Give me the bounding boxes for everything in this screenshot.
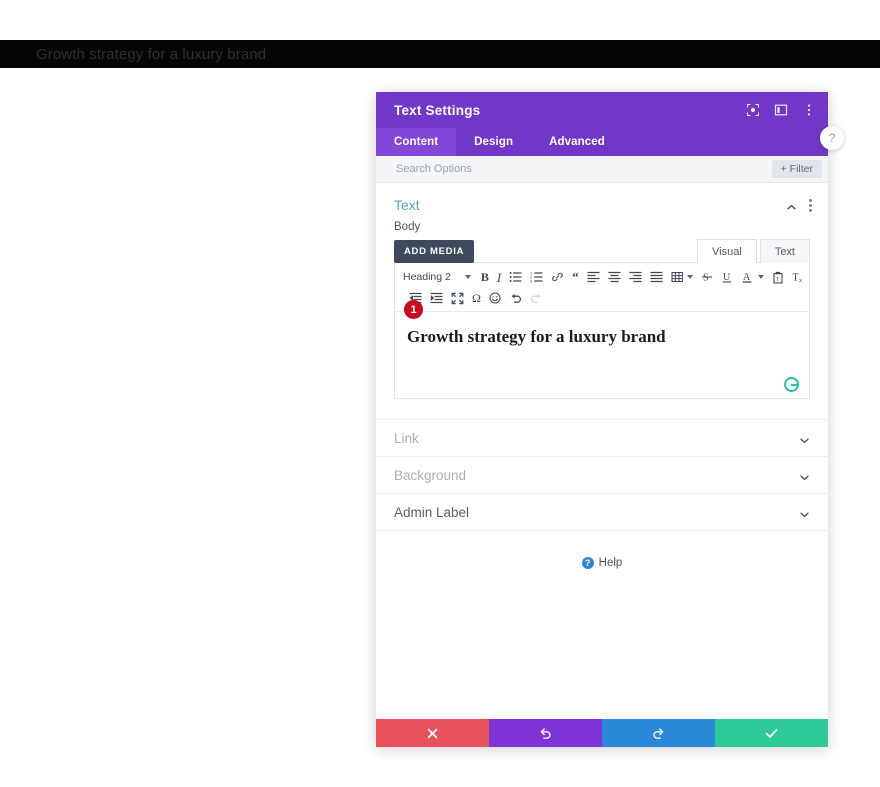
search-input[interactable] xyxy=(394,162,772,176)
modal-tab-bar: Content Design Advanced xyxy=(376,128,828,156)
underline-icon[interactable]: U xyxy=(717,269,737,286)
chevron-down-icon xyxy=(799,470,810,481)
search-options-bar: + Filter xyxy=(376,156,828,183)
check-icon xyxy=(765,728,778,739)
editor-top-row: ADD MEDIA Visual Text xyxy=(394,239,810,263)
undo-button[interactable] xyxy=(489,719,602,747)
text-section-controls xyxy=(786,198,812,212)
filter-button[interactable]: + Filter xyxy=(771,160,822,178)
chevron-down-icon xyxy=(464,275,471,279)
accordion-admin-label[interactable]: Admin Label xyxy=(376,494,828,531)
modal-title: Text Settings xyxy=(394,102,481,118)
body-field-label: Body xyxy=(394,221,421,233)
help-label: Help xyxy=(598,557,623,569)
chevron-up-icon[interactable] xyxy=(786,200,797,211)
question-mark-icon: ? xyxy=(581,557,594,569)
editor-box: Heading 2 B I 1 2 3 “ S U A T T x Ω 1 Gr… xyxy=(394,262,810,399)
svg-text:U: U xyxy=(723,272,731,283)
text-section-header[interactable]: Text xyxy=(376,183,828,221)
accordion-background[interactable]: Background xyxy=(376,457,828,494)
align-left-icon[interactable] xyxy=(583,269,604,286)
modal-header: Text Settings xyxy=(376,92,828,128)
undo-icon[interactable] xyxy=(505,290,526,307)
close-icon xyxy=(427,728,438,739)
panel-layout-icon[interactable] xyxy=(774,103,788,117)
redo-arrow-icon xyxy=(652,727,665,740)
redo-button[interactable] xyxy=(602,719,715,747)
editor-toolbar-row-1: Heading 2 B I 1 2 3 “ S U A T T x xyxy=(399,268,805,286)
clear-formatting-icon[interactable]: T x xyxy=(788,269,808,286)
page-hero-title: Growth strategy for a luxury brand xyxy=(36,45,267,63)
special-character-icon[interactable]: Ω xyxy=(468,290,485,307)
tab-design[interactable]: Design xyxy=(456,128,531,156)
numbered-list-icon[interactable]: 1 2 3 xyxy=(526,269,547,286)
paste-as-text-icon[interactable]: T xyxy=(768,269,788,286)
text-section: Text Body ADD MEDIA Visual Text Heading … xyxy=(376,183,828,409)
accordion-admin-label-label: Admin Label xyxy=(394,504,470,520)
modal-header-icon-group xyxy=(746,103,816,117)
modal-footer xyxy=(376,719,828,747)
format-select-value: Heading 2 xyxy=(403,271,451,283)
redo-icon[interactable] xyxy=(526,290,547,307)
align-right-icon[interactable] xyxy=(625,269,646,286)
svg-text:T: T xyxy=(776,277,780,283)
editor-content-area[interactable]: 1 Growth strategy for a luxury brand xyxy=(395,300,809,398)
align-justify-icon[interactable] xyxy=(646,269,667,286)
floating-help-circle-button[interactable]: ? xyxy=(820,126,844,150)
italic-icon[interactable]: I xyxy=(493,269,505,286)
editor-tab-visual[interactable]: Visual xyxy=(697,239,757,263)
tab-content[interactable]: Content xyxy=(376,128,457,156)
annotation-badge-1: 1 xyxy=(404,300,423,319)
focus-icon[interactable] xyxy=(746,103,760,117)
help-row[interactable]: ? Help xyxy=(376,531,828,569)
chevron-down-icon xyxy=(799,507,810,518)
editor-toolbar-row-2: Ω xyxy=(399,289,805,307)
page-hero-banner: Growth strategy for a luxury brand xyxy=(0,40,880,68)
more-vertical-icon[interactable] xyxy=(802,103,816,117)
indent-icon[interactable] xyxy=(426,290,447,307)
bulleted-list-icon[interactable] xyxy=(505,269,526,286)
svg-text:3: 3 xyxy=(530,278,533,283)
body-editor-wrapper: ADD MEDIA Visual Text Heading 2 B I 1 2 … xyxy=(376,239,828,399)
format-select[interactable]: Heading 2 xyxy=(399,271,477,283)
accordion-link[interactable]: Link xyxy=(376,420,828,457)
editor-mode-tabs: Visual Text xyxy=(694,239,810,263)
text-color-chevron-down-icon xyxy=(757,275,764,279)
svg-text:S: S xyxy=(703,273,709,283)
editor-body-text: Growth strategy for a luxury brand xyxy=(407,327,666,346)
fullscreen-icon[interactable] xyxy=(447,290,468,307)
text-color-icon[interactable]: A xyxy=(737,269,768,286)
strikethrough-icon[interactable]: S xyxy=(697,269,717,286)
tab-advanced[interactable]: Advanced xyxy=(531,128,623,156)
grammarly-icon[interactable] xyxy=(784,377,799,392)
undo-arrow-icon xyxy=(539,727,552,740)
table-icon[interactable] xyxy=(667,269,697,286)
save-button[interactable] xyxy=(715,719,828,747)
align-center-icon[interactable] xyxy=(604,269,625,286)
svg-text:x: x xyxy=(799,278,802,283)
text-settings-modal: Text Settings Content Design Advanced Se… xyxy=(376,92,828,747)
accordion-link-label: Link xyxy=(394,430,419,446)
cancel-button[interactable] xyxy=(376,719,489,747)
chevron-down-icon xyxy=(799,433,810,444)
text-section-more-icon[interactable] xyxy=(809,198,812,212)
modal-body: Text Body ADD MEDIA Visual Text Heading … xyxy=(376,183,828,719)
link-icon[interactable] xyxy=(547,269,568,286)
table-chevron-down-icon xyxy=(686,275,693,279)
editor-toolbar: Heading 2 B I 1 2 3 “ S U A T T x Ω xyxy=(395,263,809,312)
editor-tab-text[interactable]: Text xyxy=(759,239,810,263)
text-section-title: Text xyxy=(394,197,420,213)
bold-icon[interactable]: B xyxy=(477,269,493,286)
svg-text:T: T xyxy=(792,273,798,284)
blockquote-icon[interactable]: “ xyxy=(568,269,583,286)
add-media-button[interactable]: ADD MEDIA xyxy=(394,240,475,263)
emoji-icon[interactable] xyxy=(485,290,505,307)
accordion-background-label: Background xyxy=(394,467,467,483)
